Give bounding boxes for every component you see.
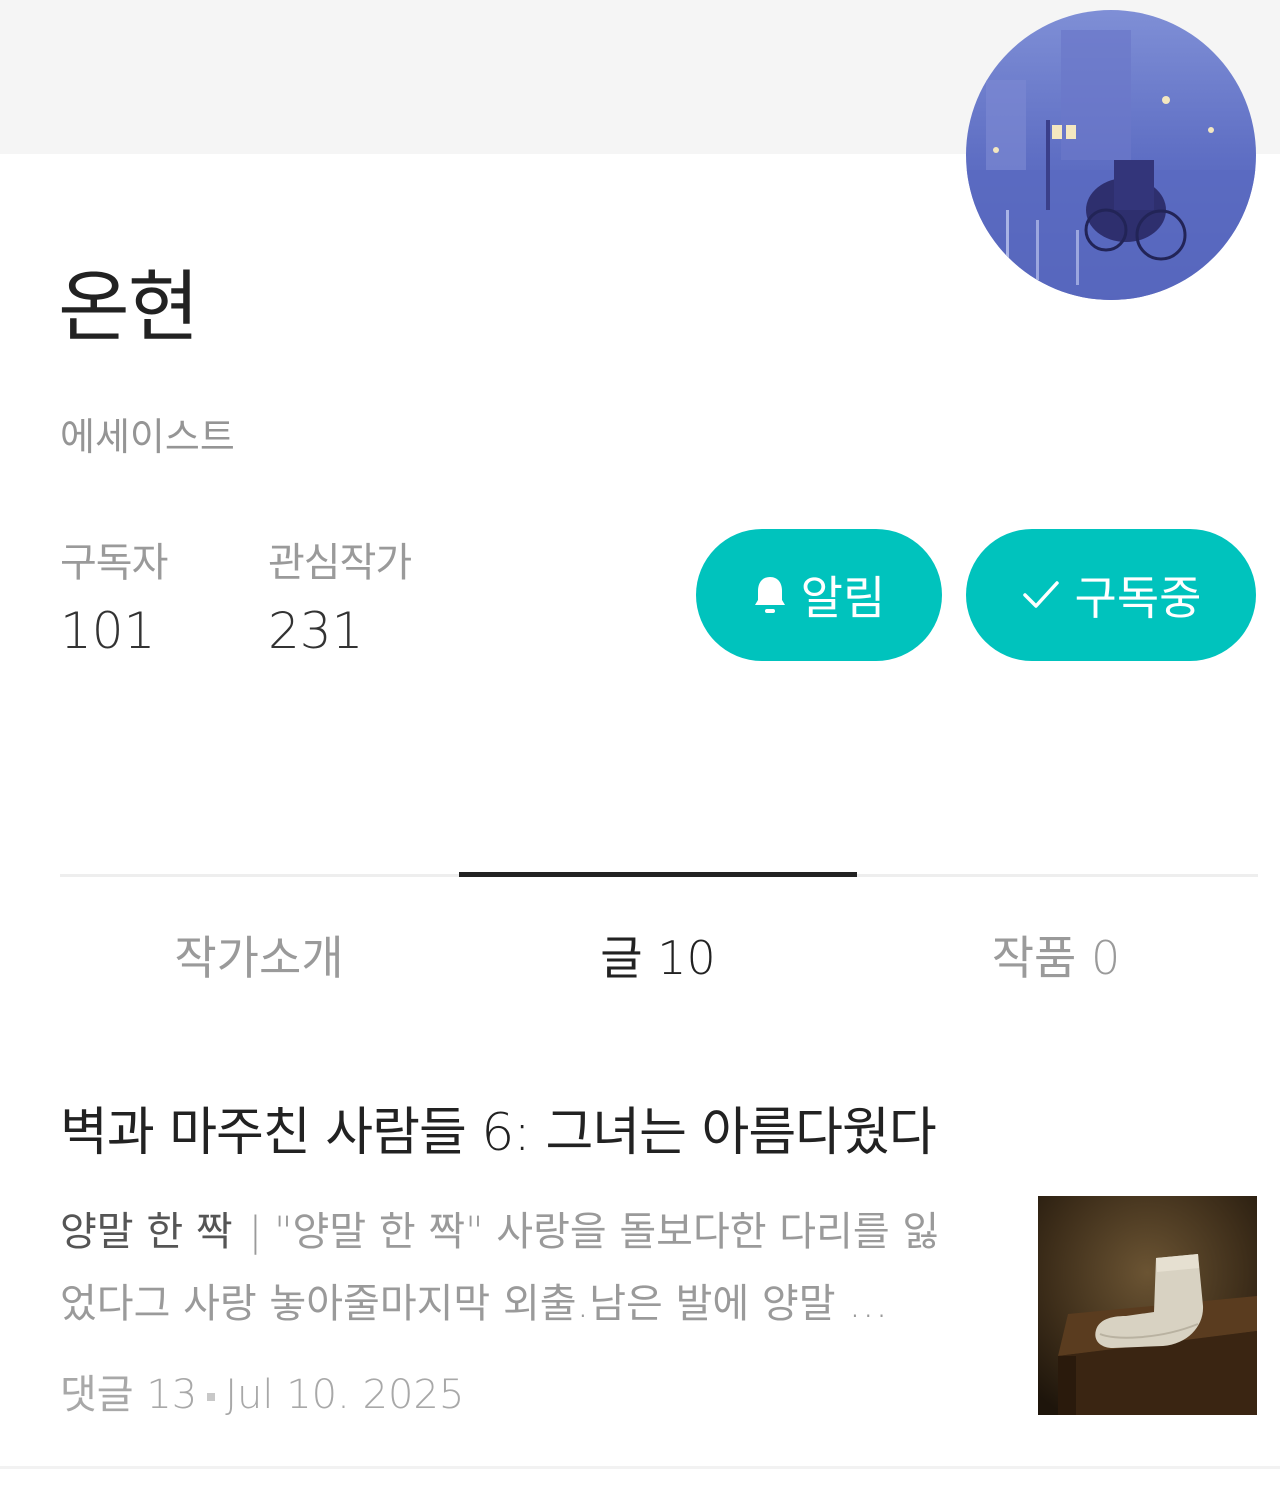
post-excerpt: 양말 한 짝 | "양말 한 짝" 사랑을 돌보다한 다리를 잃었다그 사랑 놓아줄… bbox=[60, 1196, 940, 1340]
author-name: 온현 bbox=[58, 263, 200, 353]
following-label: 관심작가 bbox=[268, 540, 412, 586]
tab-posts[interactable]: 글 10 bbox=[459, 922, 857, 988]
author-avatar[interactable] bbox=[966, 10, 1256, 300]
post-title[interactable]: 벽과 마주친 사람들 6: 그녀는 아름다웠다 bbox=[60, 1090, 937, 1165]
post-date: Jul 10. 2025 bbox=[225, 1372, 465, 1418]
tab-author-intro[interactable]: 작가소개 bbox=[60, 922, 458, 988]
list-divider bbox=[0, 1466, 1280, 1469]
rainy-street-painting-icon bbox=[966, 10, 1256, 300]
subscribed-label: 구독중 bbox=[1074, 571, 1202, 625]
post-comments: 댓글 13 bbox=[60, 1372, 198, 1418]
following-stat[interactable]: 관심작가 231 bbox=[268, 530, 412, 660]
subtitle-separator: | bbox=[248, 1209, 263, 1255]
check-icon bbox=[1021, 578, 1061, 612]
following-count: 231 bbox=[268, 602, 364, 660]
sock-photo-icon bbox=[1038, 1196, 1257, 1415]
post-thumbnail[interactable] bbox=[1038, 1196, 1257, 1415]
subscribers-label: 구독자 bbox=[60, 540, 168, 586]
active-tab-indicator bbox=[459, 872, 857, 877]
notify-button[interactable]: 알림 bbox=[696, 529, 942, 661]
subscribers-count: 101 bbox=[60, 602, 156, 660]
bell-icon bbox=[753, 574, 787, 616]
tab-works[interactable]: 작품 0 bbox=[857, 922, 1255, 988]
subscribers-stat[interactable]: 구독자 101 bbox=[60, 530, 168, 660]
subscribed-button[interactable]: 구독중 bbox=[966, 529, 1256, 661]
post-subtitle: 양말 한 짝 bbox=[60, 1209, 233, 1255]
author-role: 에세이스트 bbox=[60, 415, 235, 459]
meta-separator-dot bbox=[207, 1393, 216, 1401]
notify-label: 알림 bbox=[800, 571, 886, 625]
post-meta: 댓글 13 Jul 10. 2025 bbox=[60, 1362, 464, 1420]
